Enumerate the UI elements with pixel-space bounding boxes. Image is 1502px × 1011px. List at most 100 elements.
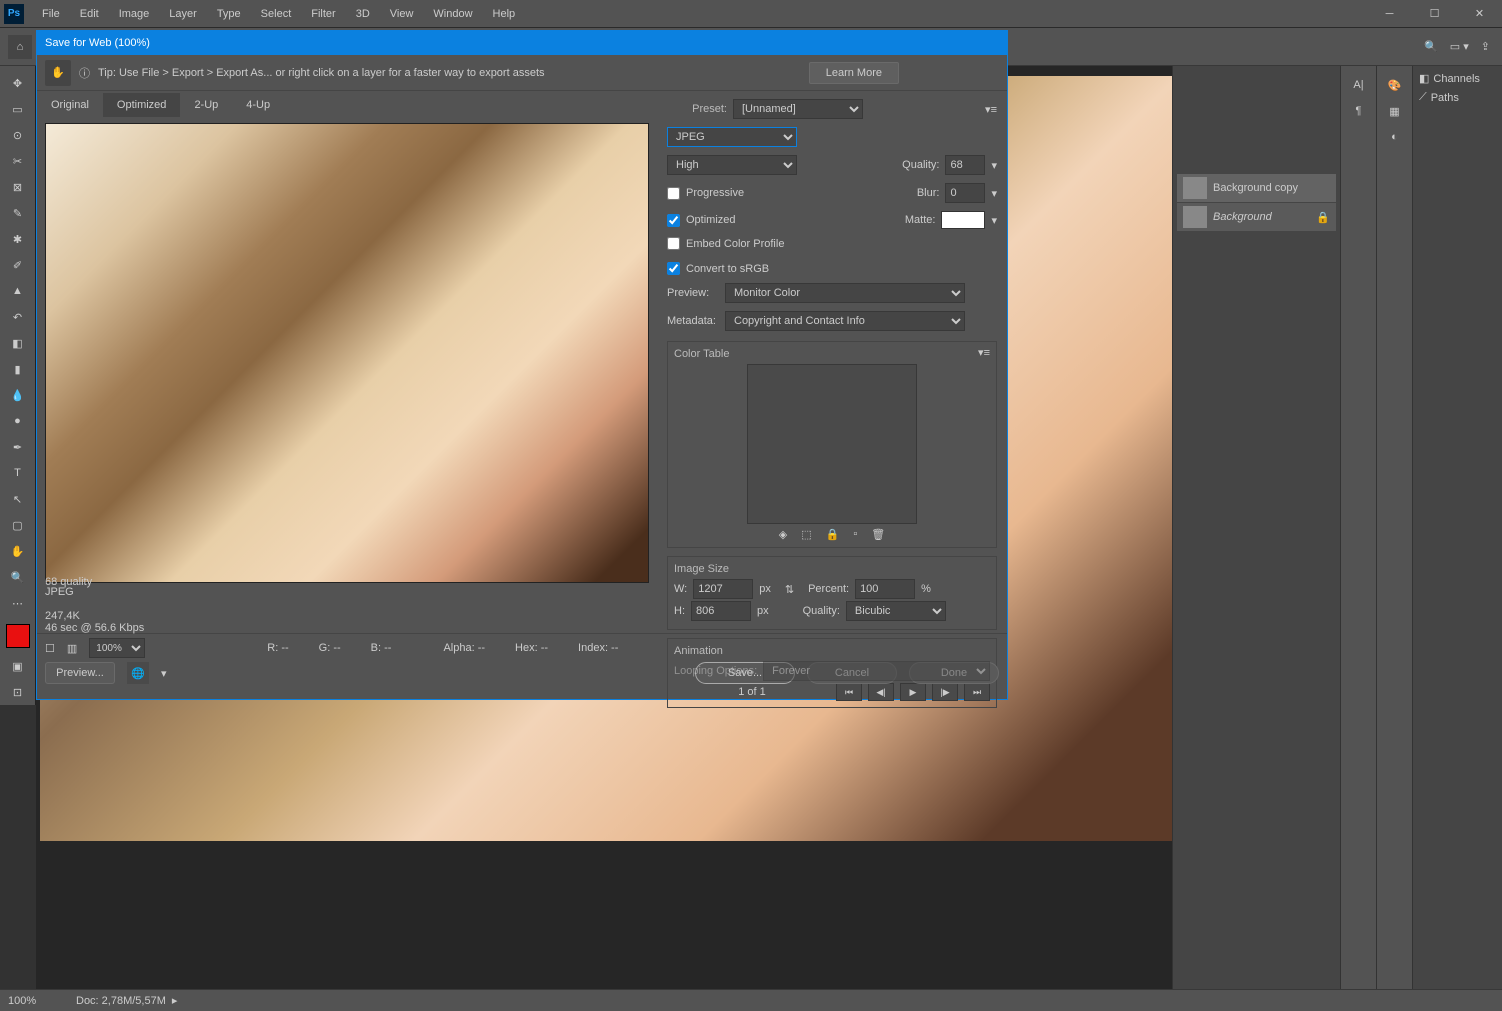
preset-menu-icon[interactable]: ▾≡ [985,103,997,116]
gradient-tool[interactable]: ▮ [4,357,32,381]
chevron-right-icon[interactable]: ▸ [172,994,178,1007]
quality-preset-select[interactable]: High [667,155,797,175]
tab-original[interactable]: Original [37,93,103,117]
menu-layer[interactable]: Layer [159,0,207,28]
tab-2up[interactable]: 2-Up [180,93,232,117]
quality-input[interactable] [945,155,985,175]
browser-icon[interactable]: 🌐 [127,662,149,684]
history-tool[interactable]: ↶ [4,305,32,329]
menu-3d[interactable]: 3D [346,0,380,28]
swatches-panel-icon[interactable]: ▦ [1381,99,1409,123]
preview-select[interactable]: Monitor Color [725,283,965,303]
share-icon[interactable]: ⇪ [1481,40,1490,53]
link-icon[interactable]: ⇅ [785,583,794,596]
workspace-icon[interactable]: ▭ ▾ [1450,40,1469,53]
type-tool[interactable]: T [4,461,32,485]
layer-row-bg[interactable]: Background 🔒 [1177,203,1336,231]
chevron-down-icon[interactable]: ▾ [991,187,997,200]
ct-new-icon[interactable]: ▫ [853,528,857,541]
paths-panel[interactable]: ⟋ Paths [1419,91,1496,104]
channels-panel[interactable]: ◧ Channels [1419,72,1496,85]
ct-lock-icon[interactable]: 🔒 [826,528,840,541]
embed-checkbox[interactable] [667,237,680,250]
prev-frame-button[interactable]: ◀| [868,683,894,701]
marquee-tool[interactable]: ▭ [4,97,32,121]
menu-file[interactable]: File [32,0,70,28]
tab-4up[interactable]: 4-Up [232,93,284,117]
chevron-down-icon[interactable]: ▾ [991,159,997,172]
eyedropper-tool[interactable]: ✎ [4,201,32,225]
lasso-tool[interactable]: ⊙ [4,123,32,147]
resample-select[interactable]: Bicubic [846,601,946,621]
panel-icons-2: 🎨 ▦ ◐ [1376,66,1412,989]
progressive-checkbox[interactable] [667,187,680,200]
window-minimize[interactable]: ─ [1367,0,1412,28]
screenmode-icon[interactable]: ⊡ [4,680,32,704]
menu-help[interactable]: Help [483,0,526,28]
quality-label: Quality: [902,159,939,171]
menu-type[interactable]: Type [207,0,251,28]
more-tools[interactable]: ⋯ [4,591,32,615]
format-select[interactable]: JPEG [667,127,797,147]
char-panel-icon[interactable]: A| [1345,73,1373,97]
menu-filter[interactable]: Filter [301,0,345,28]
last-frame-button[interactable]: ⏭ [964,683,990,701]
foreground-color[interactable] [6,624,30,648]
pen-tool[interactable]: ✒ [4,435,32,459]
menu-select[interactable]: Select [251,0,302,28]
menu-image[interactable]: Image [109,0,160,28]
menu-edit[interactable]: Edit [70,0,109,28]
eraser-tool[interactable]: ◧ [4,331,32,355]
ct-trash-icon[interactable]: 🗑 [871,528,885,541]
ct-sort-icon[interactable]: ◈ [779,528,787,541]
crop-tool[interactable]: ✂ [4,149,32,173]
chevron-down-icon[interactable]: ▾ [991,214,997,227]
frame-tool[interactable]: ⊠ [4,175,32,199]
window-close[interactable]: ✕ [1457,0,1502,28]
play-button[interactable]: ▶ [900,683,926,701]
preview-image[interactable] [45,123,649,583]
hand-tool[interactable]: ✋ [4,539,32,563]
learn-more-button[interactable]: Learn More [809,62,899,84]
move-tool[interactable]: ✥ [4,71,32,95]
zoom-select[interactable]: 100% [89,638,145,658]
metadata-select[interactable]: Copyright and Contact Info [725,311,965,331]
dodge-tool[interactable]: ● [4,409,32,433]
zoom-value[interactable]: 100% [8,995,64,1007]
colortable-menu-icon[interactable]: ▾≡ [978,346,990,359]
preview-button[interactable]: Preview... [45,662,115,684]
color-panel-icon[interactable]: 🎨 [1381,73,1409,97]
toggle1-icon[interactable]: ☐ [45,642,55,655]
blur-input[interactable] [945,183,985,203]
percent-input[interactable] [855,579,915,599]
width-input[interactable] [693,579,753,599]
blur-tool[interactable]: 💧 [4,383,32,407]
convert-srgb-checkbox[interactable] [667,262,680,275]
stamp-tool[interactable]: ▲ [4,279,32,303]
path-tool[interactable]: ↖ [4,487,32,511]
menu-view[interactable]: View [380,0,424,28]
home-icon[interactable]: ⌂ [8,35,32,59]
chevron-down-icon[interactable]: ▾ [161,667,167,680]
tab-optimized[interactable]: Optimized [103,93,181,117]
zoom-tool[interactable]: 🔍 [4,565,32,589]
rectangle-tool[interactable]: ▢ [4,513,32,537]
brush-tool[interactable]: ✐ [4,253,32,277]
search-icon[interactable]: 🔍 [1424,40,1438,53]
para-panel-icon[interactable]: ¶ [1345,99,1373,123]
hand-icon[interactable]: ✋ [45,60,71,86]
preset-select[interactable]: [Unnamed] [733,99,863,119]
height-input[interactable] [691,601,751,621]
window-maximize[interactable]: ☐ [1412,0,1457,28]
adjust-panel-icon[interactable]: ◐ [1381,125,1409,149]
toggle2-icon[interactable]: ▥ [67,642,77,655]
quickmask-icon[interactable]: ▣ [4,654,32,678]
optimized-checkbox[interactable] [667,214,680,227]
menu-window[interactable]: Window [423,0,482,28]
first-frame-button[interactable]: ⏮ [836,683,862,701]
next-frame-button[interactable]: |▶ [932,683,958,701]
ct-cube-icon[interactable]: ⬚ [801,528,811,541]
matte-swatch[interactable] [941,211,985,229]
layer-row-bgcopy[interactable]: Background copy [1177,174,1336,202]
healing-tool[interactable]: ✱ [4,227,32,251]
